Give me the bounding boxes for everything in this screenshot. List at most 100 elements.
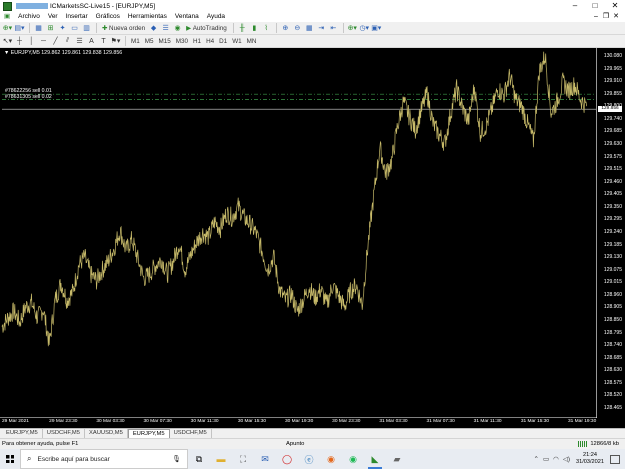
clock[interactable]: 21:24 31/03/2021 — [576, 452, 604, 466]
store-icon[interactable]: ⛶ — [232, 449, 254, 469]
channel-icon[interactable]: ⫽ — [62, 36, 73, 47]
tab-xauusd-m5[interactable]: XAUUSD,M5 — [85, 429, 128, 438]
navigator-icon[interactable]: ✦ — [57, 23, 68, 34]
mdi-chart-icon[interactable]: ▣ — [0, 12, 14, 22]
candlestick-icon[interactable]: ▮ — [249, 23, 260, 34]
tab-eurjpy-m5-active[interactable]: EURJPY,M5 — [127, 429, 170, 438]
timeframe-w1[interactable]: W1 — [230, 36, 243, 47]
chevron-up-icon[interactable]: ⌃ — [534, 455, 539, 463]
notifications-icon[interactable] — [610, 454, 620, 464]
menu-graficos[interactable]: Gráficos — [92, 12, 124, 22]
menu-insertar[interactable]: Insertar — [62, 12, 92, 22]
timeframe-h1[interactable]: H1 — [191, 36, 203, 47]
price-tick-label: 129.185 — [603, 241, 622, 248]
crosshair-icon[interactable]: ┼ — [14, 36, 25, 47]
menu-ver[interactable]: Ver — [44, 12, 62, 22]
templates-icon[interactable]: ▣▾ — [371, 23, 382, 34]
text-tool[interactable]: A — [86, 36, 97, 47]
tile-windows-icon[interactable]: ▦ — [304, 23, 315, 34]
start-button[interactable] — [0, 449, 20, 469]
chart-restore-button[interactable]: ❐ — [601, 12, 611, 22]
price-tick-label: 128.905 — [603, 304, 622, 311]
strategy-tester-icon[interactable]: ▥ — [81, 23, 92, 34]
task-view-icon[interactable]: ⧉ — [188, 449, 210, 469]
timeframe-h4[interactable]: H4 — [204, 36, 216, 47]
app-icon-2[interactable]: ▰ — [386, 449, 408, 469]
market-watch-icon[interactable]: ▦ — [33, 23, 44, 34]
menu-herramientas[interactable]: Herramientas — [124, 12, 171, 22]
chart-minimize-button[interactable]: – — [591, 12, 601, 22]
close-button[interactable]: ✕ — [605, 0, 625, 12]
timeframe-m1[interactable]: M1 — [129, 36, 142, 47]
fibonacci-icon[interactable]: ☰ — [74, 36, 85, 47]
windows-taskbar: ⌕ Escribe aquí para buscar 🎙 ⧉ ▬ ⛶ ✉ ◯ ⓔ… — [0, 449, 625, 469]
shapes-icon[interactable]: ⚑▾ — [110, 36, 121, 47]
price-tick-label: 129.630 — [603, 141, 622, 147]
auto-scroll-icon[interactable]: ⇥ — [316, 23, 327, 34]
microphone-icon[interactable]: 🎙 — [172, 455, 181, 463]
label-tool[interactable]: T — [98, 36, 109, 47]
metaeditor-icon[interactable]: ◆ — [148, 23, 159, 34]
cursor-icon[interactable]: ↖▾ — [2, 36, 13, 47]
timeframe-m30[interactable]: M30 — [174, 36, 190, 47]
price-tick-label: 128.960 — [603, 291, 622, 298]
network-icon[interactable]: ▭ — [543, 455, 549, 463]
price-tick-label: 128.465 — [603, 405, 622, 411]
volume-icon[interactable]: ◁) — [563, 455, 570, 463]
bar-chart-icon[interactable]: ╫ — [237, 23, 248, 34]
menu-ventana[interactable]: Ventana — [171, 12, 203, 22]
chart-tabs: EURJPY,M5 USDCHF,M5 XAUUSD,M5 EURJPY,M5 … — [0, 428, 625, 438]
metatrader-icon[interactable]: ◣ — [364, 449, 386, 469]
zoom-in-icon[interactable]: ⊕ — [280, 23, 291, 34]
taskbar-search[interactable]: ⌕ Escribe aquí para buscar 🎙 — [20, 449, 188, 469]
menu-ayuda[interactable]: Ayuda — [203, 12, 229, 22]
file-explorer-icon[interactable]: ▬ — [210, 449, 232, 469]
terminal-icon[interactable]: ▭ — [69, 23, 80, 34]
options-icon[interactable]: ☰ — [160, 23, 171, 34]
chart-shift-icon[interactable]: ⇤ — [328, 23, 339, 34]
price-tick-label: 129.855 — [603, 90, 622, 97]
time-tick-label: 29 Mar 23:30 — [49, 419, 78, 424]
price-tick-label: 128.520 — [603, 392, 622, 399]
firefox-icon[interactable]: ◉ — [320, 449, 342, 469]
horizontal-line-icon[interactable]: ─ — [38, 36, 49, 47]
price-tick-label: 129.515 — [603, 166, 622, 173]
line-chart-icon[interactable]: ⌇ — [261, 23, 272, 34]
timeframe-m5[interactable]: M5 — [143, 36, 156, 47]
opera-icon[interactable]: ◯ — [276, 449, 298, 469]
minimize-button[interactable]: – — [565, 0, 585, 12]
signals-icon[interactable]: ◉ — [172, 23, 183, 34]
data-window-icon[interactable]: ⊞ — [45, 23, 56, 34]
maximize-button[interactable]: □ — [585, 0, 605, 12]
mail-icon[interactable]: ✉ — [254, 449, 276, 469]
line-studies-toolbar: ↖▾ ┼ │ ─ ╱ ⫽ ☰ A T ⚑▾ M1 M5 M15 M30 H1 H… — [0, 35, 625, 48]
profiles-icon[interactable]: ▤▾ — [14, 23, 25, 34]
price-tick-label: 130.080 — [603, 53, 622, 59]
timeframe-m15[interactable]: M15 — [157, 36, 173, 47]
timeframe-d1[interactable]: D1 — [217, 36, 229, 47]
menu-archivo[interactable]: Archivo — [14, 12, 44, 22]
time-tick-label: 31 Mar 03:30 — [379, 419, 408, 424]
autotrading-button[interactable]: ▶ AutoTrading — [184, 23, 229, 34]
price-tick-label: 129.350 — [603, 203, 622, 210]
new-order-button[interactable]: ✚ Nueva orden — [100, 23, 147, 34]
tab-usdchf-m5[interactable]: USDCHF,M5 — [43, 429, 85, 438]
edge-icon[interactable]: ⓔ — [298, 449, 320, 469]
chart-close-button[interactable]: ✕ — [611, 12, 621, 22]
timeframe-mn[interactable]: MN — [245, 36, 259, 47]
indicators-icon[interactable]: ⊕▾ — [347, 23, 358, 34]
tab-eurjpy-m5[interactable]: EURJPY,M5 — [2, 429, 43, 438]
trendline-icon[interactable]: ╱ — [50, 36, 61, 47]
vertical-line-icon[interactable]: │ — [26, 36, 37, 47]
price-chart[interactable]: ▼ EURJPY,M5 129.862 129.861 129.838 129.… — [0, 48, 625, 428]
time-tick-label: 29 Mar 2021 — [2, 419, 29, 424]
new-chart-icon[interactable]: ⊕▾ — [2, 23, 13, 34]
order-label[interactable]: #78631305 sell 0.02 — [5, 94, 52, 100]
zoom-out-icon[interactable]: ⊖ — [292, 23, 303, 34]
connection-status[interactable]: 12866/8 kb — [578, 441, 619, 447]
periods-icon[interactable]: ◷▾ — [359, 23, 370, 34]
tab-usdchf-m5-2[interactable]: USDCHF,M5 — [170, 429, 212, 438]
wifi-icon[interactable]: ◠ — [553, 455, 559, 463]
price-tick-label: 129.240 — [603, 229, 622, 235]
spotify-icon[interactable]: ◉ — [342, 449, 364, 469]
